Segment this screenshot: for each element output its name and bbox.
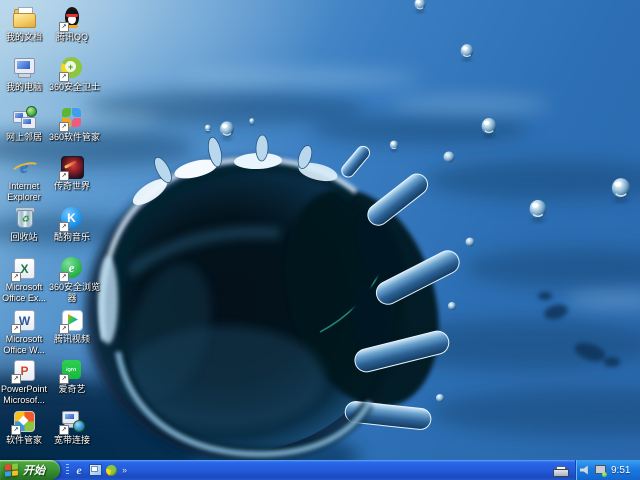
- icon-label: Microsoft Office W...: [1, 334, 47, 355]
- printer-icon[interactable]: [553, 466, 567, 475]
- icon-label: 我的电脑: [1, 82, 47, 93]
- broadband-connection-icon: ↗: [60, 409, 84, 433]
- shortcut-arrow-icon: ↗: [11, 324, 21, 334]
- desktop-icon-ms-office-word[interactable]: W↗ Microsoft Office W...: [1, 308, 47, 355]
- windows-logo-icon: [5, 463, 18, 476]
- shortcut-arrow-icon: ↗: [59, 171, 69, 181]
- desktop-icon-360-safety-guard[interactable]: +↗ 360安全卫士: [49, 56, 95, 93]
- shortcut-arrow-icon: ↗: [59, 272, 69, 282]
- start-button-label: 开始: [23, 462, 45, 478]
- icon-label: 传奇世界: [49, 181, 95, 192]
- tencent-video-icon: ↗: [60, 308, 84, 332]
- desktop-icon-tencent-qq[interactable]: ↗ 腾讯QQ: [49, 6, 95, 43]
- desktop-icon-my-computer[interactable]: 我的电脑: [1, 56, 47, 93]
- icon-label: 360安全浏览 器: [49, 282, 95, 303]
- desktop-icon-kugou-music[interactable]: K↗ 酷狗音乐: [49, 206, 95, 243]
- icon-label: 腾讯视频: [49, 334, 95, 345]
- system-tray: 9:51: [575, 460, 640, 480]
- desktop-icon-ms-office-excel[interactable]: X↗ Microsoft Office Ex...: [1, 256, 47, 303]
- icon-label: Internet Explorer: [1, 181, 47, 202]
- powerpoint-icon: P↗: [12, 358, 36, 382]
- shortcut-arrow-icon: ↗: [59, 222, 69, 232]
- quick-launch-bar: e »: [64, 460, 127, 480]
- 360-safety-guard-icon: +↗: [60, 56, 84, 80]
- network-status-icon[interactable]: [594, 464, 606, 476]
- kugou-music-icon: K↗: [60, 206, 84, 230]
- 360-software-manager-icon: ↗: [60, 106, 84, 130]
- desktop-icon-world-of-legend[interactable]: ↗ 传奇世界: [49, 155, 95, 192]
- 360-secure-browser-icon: e↗: [60, 256, 84, 280]
- shortcut-arrow-icon: ↗: [11, 374, 21, 384]
- shortcut-arrow-icon: ↗: [59, 425, 69, 435]
- internet-explorer-icon: e: [12, 155, 36, 179]
- icon-label: 软件管家: [1, 435, 47, 446]
- shortcut-arrow-icon: ↗: [59, 72, 69, 82]
- icon-label: 宽带连接: [49, 435, 95, 446]
- world-of-legend-icon: ↗: [60, 155, 84, 179]
- desktop-icon-ms-office-powerpoint[interactable]: P↗ PowerPoint Microsof...: [1, 358, 47, 405]
- recycle-bin-icon: ♻: [12, 206, 36, 230]
- quick-launch-show-desktop[interactable]: [88, 463, 102, 477]
- icon-label: 我的文档: [1, 32, 47, 43]
- quick-launch-internet-explorer[interactable]: e: [72, 463, 86, 477]
- desktop-icon-360-secure-browser[interactable]: e↗ 360安全浏览 器: [49, 256, 95, 303]
- toolbar-grip[interactable]: [66, 464, 69, 476]
- quick-launch-overflow-chevron[interactable]: »: [122, 465, 127, 475]
- icon-label: 腾讯QQ: [49, 32, 95, 43]
- shortcut-arrow-icon: ↗: [59, 122, 69, 132]
- icon-label: 360软件管家: [49, 132, 95, 143]
- shortcut-arrow-icon: ↗: [59, 22, 69, 32]
- icon-label: 酷狗音乐: [49, 232, 95, 243]
- 360-icon: [106, 465, 117, 476]
- iqiyi-icon: iQIYI↗: [60, 358, 84, 382]
- tencent-qq-icon: ↗: [60, 6, 84, 30]
- desktop-icon-tencent-video[interactable]: ↗ 腾讯视频: [49, 308, 95, 345]
- clock[interactable]: 9:51: [611, 465, 630, 476]
- desktop-icon-iqiyi[interactable]: iQIYI↗ 爱奇艺: [49, 358, 95, 395]
- start-button[interactable]: 开始: [0, 460, 60, 480]
- icon-label: 网上邻居: [1, 132, 47, 143]
- network-places-icon: [12, 106, 36, 130]
- internet-explorer-icon: e: [76, 463, 81, 478]
- excel-icon: X↗: [12, 256, 36, 280]
- desktop-icon-network-places[interactable]: 网上邻居: [1, 106, 47, 143]
- desktop-icon-internet-explorer[interactable]: e Internet Explorer: [1, 155, 47, 202]
- taskbar: 开始 e » 9:51: [0, 460, 640, 480]
- desktop-icon-my-documents[interactable]: 我的文档: [1, 6, 47, 43]
- shortcut-arrow-icon: ↗: [11, 272, 21, 282]
- my-documents-icon: [12, 6, 36, 30]
- icon-label: 360安全卫士: [49, 82, 95, 93]
- desktop[interactable]: 我的文档 ↗ 腾讯QQ 我的电脑 +↗ 360安全卫士 网上邻居 ↗ 360软件…: [0, 0, 640, 460]
- wallpaper-water-splash: [0, 0, 640, 460]
- word-icon: W↗: [12, 308, 36, 332]
- icon-label: 爱奇艺: [49, 384, 95, 395]
- software-manager-icon: ↗: [12, 409, 36, 433]
- icon-label: Microsoft Office Ex...: [1, 282, 47, 303]
- shortcut-arrow-icon: ↗: [59, 374, 69, 384]
- icon-label: 回收站: [1, 232, 47, 243]
- icon-label: PowerPoint Microsof...: [1, 384, 47, 405]
- shortcut-arrow-icon: ↗: [59, 324, 69, 334]
- my-computer-icon: [12, 56, 36, 80]
- volume-icon[interactable]: [579, 464, 591, 476]
- quick-launch-360[interactable]: [104, 463, 118, 477]
- desktop-icon-broadband-connection[interactable]: ↗ 宽带连接: [49, 409, 95, 446]
- shortcut-arrow-icon: ↗: [11, 425, 21, 435]
- desktop-icon-software-manager[interactable]: ↗ 软件管家: [1, 409, 47, 446]
- desktop-icon-recycle-bin[interactable]: ♻ 回收站: [1, 206, 47, 243]
- desktop-icon-360-software-manager[interactable]: ↗ 360软件管家: [49, 106, 95, 143]
- show-desktop-icon: [89, 464, 102, 476]
